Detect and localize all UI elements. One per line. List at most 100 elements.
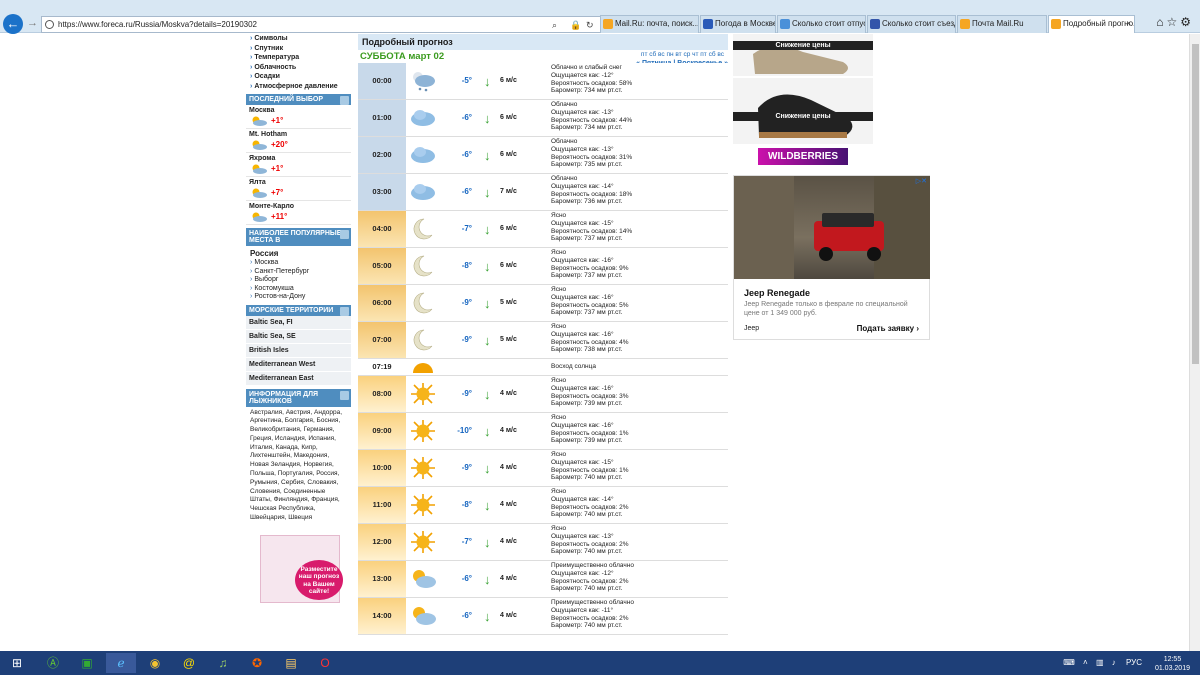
clock-date: 01.03.2019 [1154, 665, 1190, 672]
sea-territory[interactable]: Mediterranean East [246, 371, 351, 386]
ad-title[interactable]: Jeep Renegade [744, 288, 810, 298]
detail-desc: Ясно [551, 323, 567, 330]
media-player-icon[interactable]: ✪ [242, 653, 272, 673]
collapse-icon[interactable] [340, 230, 349, 239]
sidebar-link[interactable]: Спутник [246, 44, 351, 54]
forecast-row: 00:00 -5° ↓ 6 м/с Облачно и слабый снег Ощуща… [358, 63, 728, 100]
forward-button[interactable]: → [27, 17, 38, 29]
recent-title: ПОСЛЕДНИЙ ВЫБОР [249, 96, 324, 103]
browser-tab[interactable]: Mail.Ru: почта, поиск... [600, 15, 699, 33]
recent-city[interactable]: Монте-Карло +11° [246, 201, 351, 225]
sidebar-link[interactable]: Символы [246, 34, 351, 44]
browser-tab[interactable]: Погода в Москве [700, 15, 776, 33]
sea-territory[interactable]: Mediterranean West [246, 357, 351, 372]
ad-shoe-1[interactable]: Снижение цены [733, 34, 873, 76]
chrome-icon[interactable]: ◉ [140, 653, 170, 673]
browser-tab[interactable]: Подробный прогно... × [1048, 15, 1135, 33]
ski-countries[interactable]: Австралия, Австрия, Андорра, Аргентина, … [246, 407, 351, 525]
ad-cta-button[interactable]: Подать заявку › [857, 324, 919, 333]
sea-territory[interactable]: British Isles [246, 343, 351, 358]
clock[interactable]: 12:55 01.03.2019 [1155, 655, 1190, 673]
jeep-ad-card[interactable]: ▷✕ Jeep Renegade Jeep Renegade только в … [733, 175, 930, 340]
sea-territory[interactable]: Baltic Sea, FI [246, 315, 351, 330]
chevron-up-icon[interactable]: ˄ [1083, 658, 1088, 667]
sun-icon [410, 419, 436, 443]
browser-tab[interactable]: Сколько стоит съезд... [867, 15, 956, 33]
back-button[interactable]: ← [3, 14, 23, 34]
recent-city[interactable]: Mt. Hotham +20° [246, 129, 351, 153]
tab-favicon-icon [603, 19, 613, 29]
moon-icon [410, 328, 436, 352]
keyboard-icon[interactable]: ⌨ [1063, 658, 1075, 667]
popular-place[interactable]: Ростов-на-Дону [246, 293, 351, 302]
forecast-time: 05:00 [358, 248, 406, 284]
forecast-time: 02:00 [358, 137, 406, 173]
recent-city[interactable]: Яхрома +1° [246, 153, 351, 177]
forecast-time: 01:00 [358, 100, 406, 136]
city-name[interactable]: Москва [249, 107, 348, 114]
popular-place[interactable]: Москва [246, 259, 351, 268]
home-icon[interactable]: ⌂ [1156, 15, 1166, 29]
ie-icon[interactable]: ℯ [106, 653, 136, 673]
collapse-icon[interactable] [340, 96, 349, 105]
gear-icon[interactable]: ⚙ [1180, 15, 1194, 29]
popular-place[interactable]: Костомукша [246, 285, 351, 294]
wind-direction-icon: ↓ [484, 333, 491, 348]
day-links[interactable]: пт сб вс пн вт ср чт пт сб вс [641, 51, 724, 58]
city-temp: +20° [271, 140, 288, 149]
detail-baro: Барометр: 735 мм рт.ст. [551, 161, 623, 169]
ad-column: Снижение цены Снижение цены WILDBERRIES … [733, 34, 933, 340]
city-name[interactable]: Mt. Hotham [249, 131, 348, 138]
sea-territory[interactable]: Baltic Sea, SE [246, 329, 351, 344]
sidebar-link[interactable]: Осадки [246, 72, 351, 82]
folder-icon[interactable]: ▤ [276, 653, 306, 673]
city-name[interactable]: Ялта [249, 179, 348, 186]
promo-widget[interactable]: Разместите наш прогноз на Вашем сайте! [260, 534, 343, 603]
language-indicator[interactable]: РУС [1126, 658, 1142, 667]
browser-tab[interactable]: Сколько стоит отпус... [777, 15, 866, 33]
recent-city[interactable]: Ялта +7° [246, 177, 351, 201]
app-a-icon[interactable]: Ⓐ [38, 653, 68, 673]
cloud-icon [410, 180, 436, 204]
detail-desc: Ясно [551, 212, 567, 219]
ad-choices-icon[interactable]: ▷✕ [916, 177, 927, 185]
network-icon[interactable]: ▥ [1096, 658, 1104, 667]
windows-start-icon[interactable]: ⊞ [2, 653, 32, 673]
city-name[interactable]: Яхрома [249, 155, 348, 162]
detail-precip: Вероятность осадков: 58% [551, 79, 633, 87]
mail-agent-icon[interactable]: @ [174, 653, 204, 673]
detail-desc: Преимущественно облачно [551, 599, 634, 606]
volume-icon[interactable]: ♪ [1112, 658, 1116, 667]
sidebar-link[interactable]: Облачность [246, 63, 351, 73]
search-icon[interactable]: ⌕ [552, 18, 557, 33]
sidebar-link[interactable]: Атмосферное давление [246, 82, 351, 92]
recent-city[interactable]: Москва +1° [246, 105, 351, 129]
city-name[interactable]: Монте-Карло [249, 203, 348, 210]
forecast-temp: -9° [461, 463, 472, 472]
popular-place[interactable]: Выборг [246, 276, 351, 285]
favorites-icon[interactable]: ☆ [1166, 15, 1180, 29]
sidebar-link[interactable]: Температура [246, 53, 351, 63]
refresh-icon[interactable]: ↻ [586, 18, 594, 33]
jeep-image[interactable] [734, 176, 930, 279]
detail-baro: Барометр: 740 мм рт.ст. [551, 548, 623, 556]
detail-feels: Ощущается как: -13° [551, 108, 614, 116]
promo-badge[interactable]: Разместите наш прогноз на Вашем сайте! [295, 559, 343, 600]
forecast-temp: -5° [461, 76, 472, 85]
store-icon[interactable]: ▣ [72, 653, 102, 673]
popular-place[interactable]: Санкт-Петербург [246, 268, 351, 277]
opera-icon[interactable]: O [310, 653, 340, 673]
recent-header: ПОСЛЕДНИЙ ВЫБОР [246, 94, 351, 105]
detail-feels: Ощущается как: -16° [551, 384, 614, 392]
browser-tab[interactable]: Почта Mail.Ru [957, 15, 1047, 33]
detail-feels: Ощущается как: -16° [551, 421, 614, 429]
forecast-details: Облачно Ощущается как: -13° Вероятность ос… [551, 138, 726, 169]
wildberries-logo[interactable]: WILDBERRIES [758, 148, 848, 165]
scrollbar-thumb[interactable] [1192, 44, 1199, 364]
address-bar[interactable]: https://www.foreca.ru/Russia/Moskva?deta… [41, 16, 601, 33]
ad-shoe-2[interactable]: Снижение цены [733, 78, 873, 144]
vertical-scrollbar[interactable] [1189, 34, 1200, 651]
detail-desc: Облачно [551, 175, 578, 182]
music-icon[interactable]: ♫ [208, 653, 238, 673]
close-tab-icon[interactable]: × [1126, 16, 1131, 32]
